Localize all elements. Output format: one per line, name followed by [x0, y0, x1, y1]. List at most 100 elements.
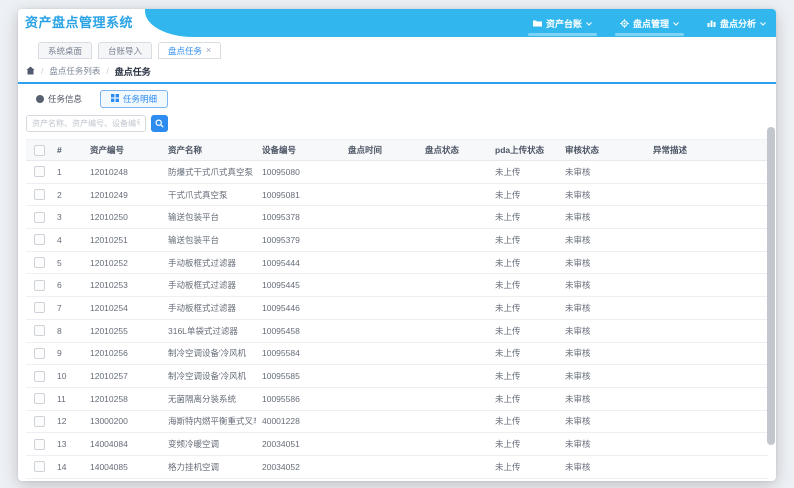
- cell-audit-status: 未审核: [565, 212, 591, 223]
- cell-pda-status: 未上传: [495, 393, 521, 404]
- tab-label: 台账导入: [108, 45, 143, 56]
- breadcrumb-task-list[interactable]: 盘点任务列表: [49, 65, 100, 77]
- main-content: 任务信息 任务明细 #: [18, 84, 776, 481]
- cell-device-number: 10095081: [262, 189, 300, 200]
- table-header-row: # 资产编号 资产名称 设备编号 盘点时间 盘点状态 pda上传状态 审核状态 …: [26, 140, 768, 161]
- chart-icon: [707, 19, 716, 27]
- cell-asset-name: 海斯特内燃平衡重式叉车: [168, 416, 256, 427]
- col-index: #: [57, 145, 62, 155]
- cell-index: 10: [57, 371, 67, 382]
- cell-index: 4: [57, 234, 62, 245]
- tab-inventory-task[interactable]: 盘点任务 ×: [158, 42, 222, 59]
- cell-asset-number: 13000200: [90, 416, 128, 427]
- cell-device-number: 10095378: [262, 212, 300, 223]
- cell-audit-status: 未审核: [565, 280, 591, 291]
- cell-index: 9: [57, 348, 62, 359]
- row-checkbox[interactable]: [34, 370, 45, 382]
- row-checkbox[interactable]: [34, 234, 45, 246]
- cell-pda-status: 未上传: [495, 461, 521, 472]
- home-icon[interactable]: [26, 66, 35, 77]
- table-row: 6 12010253 手动板框式过滤器 10095445 未上传 未审核: [26, 274, 768, 298]
- cell-asset-number: 12010251: [90, 234, 128, 245]
- row-checkbox[interactable]: [34, 461, 45, 473]
- row-checkbox[interactable]: [34, 347, 45, 359]
- col-exception-desc: 异常描述: [653, 145, 688, 155]
- row-checkbox-cell: [26, 211, 51, 223]
- row-checkbox[interactable]: [34, 438, 45, 450]
- cell-asset-name: 防爆式干式爪式真空泵: [168, 166, 254, 177]
- cell-asset-name: 干式爪式真空泵: [168, 189, 228, 200]
- table-row: 13 14004084 变频冷暖空调 20034051 未上传 未审核: [26, 433, 768, 456]
- row-checkbox-cell: [26, 234, 51, 246]
- breadcrumb-separator: /: [106, 66, 109, 76]
- table-row: 2 12010249 干式爪式真空泵 10095081 未上传 未审核: [26, 183, 768, 207]
- cell-pda-status: 未上传: [495, 348, 521, 359]
- cell-pda-status: 未上传: [495, 257, 521, 268]
- header-nav-bar: 资产台账 盘点管理 盘点分析: [145, 9, 776, 37]
- table-row: 14 14004085 格力挂机空调 20034052 未上传 未审核: [26, 455, 768, 479]
- cell-device-number: 10095585: [262, 371, 300, 382]
- search-icon: [155, 116, 164, 131]
- chevron-down-icon: [760, 18, 766, 28]
- row-checkbox[interactable]: [34, 189, 45, 201]
- row-checkbox[interactable]: [34, 166, 45, 178]
- row-checkbox-cell: [26, 438, 51, 450]
- close-icon[interactable]: ×: [206, 46, 211, 55]
- header-checkbox-cell: [26, 144, 51, 156]
- row-checkbox[interactable]: [34, 325, 45, 337]
- tab-task-detail[interactable]: 任务明细: [100, 90, 169, 108]
- cell-device-number: 10095584: [262, 348, 300, 359]
- nav-item-asset-ledger[interactable]: 资产台账: [527, 9, 597, 37]
- vertical-scrollbar[interactable]: [767, 127, 775, 445]
- row-checkbox[interactable]: [34, 211, 45, 223]
- cell-index: 13: [57, 439, 67, 450]
- row-checkbox[interactable]: [34, 279, 45, 291]
- cell-device-number: 10095379: [262, 234, 300, 245]
- cell-index: 5: [57, 257, 62, 268]
- cell-device-number: 10095458: [262, 325, 300, 336]
- cell-asset-number: 14004085: [90, 461, 128, 472]
- tab-ledger-import[interactable]: 台账导入: [98, 42, 153, 59]
- search-bar: [26, 115, 768, 132]
- row-checkbox-cell: [26, 302, 51, 314]
- row-checkbox[interactable]: [34, 415, 45, 427]
- nav-item-label: 资产台账: [545, 18, 582, 29]
- tab-task-info[interactable]: 任务信息: [26, 90, 92, 108]
- cell-index: 14: [57, 461, 67, 472]
- nav-item-inventory-analysis[interactable]: 盘点分析: [707, 9, 766, 37]
- app-title: 资产盘点管理系统: [25, 15, 134, 30]
- cell-index: 6: [57, 280, 62, 291]
- row-checkbox[interactable]: [34, 257, 45, 269]
- tab-label: 任务信息: [48, 94, 83, 104]
- cell-asset-number: 12010256: [90, 348, 128, 359]
- cell-index: 7: [57, 302, 62, 313]
- row-checkbox-cell: [26, 279, 51, 291]
- cell-asset-name: 输送包装平台: [168, 212, 220, 223]
- table-row: 15 14004086 格力挂机空调 20034053 未上传 未审核: [26, 478, 768, 481]
- cell-asset-name: 输送包装平台: [168, 234, 220, 245]
- cell-index: 8: [57, 325, 62, 336]
- cell-asset-number: 12010255: [90, 325, 128, 336]
- tab-system-desktop[interactable]: 系统桌面: [38, 42, 93, 59]
- cell-audit-status: 未审核: [565, 234, 591, 245]
- cell-asset-number: 12010250: [90, 212, 128, 223]
- breadcrumb-separator: /: [41, 66, 44, 76]
- col-check-time: 盘点时间: [348, 145, 383, 155]
- cell-audit-status: 未审核: [565, 416, 591, 427]
- search-button[interactable]: [151, 115, 168, 132]
- search-input[interactable]: [26, 115, 146, 132]
- cell-asset-name: 手动板框式过滤器: [168, 280, 237, 291]
- cell-pda-status: 未上传: [495, 302, 521, 313]
- select-all-checkbox[interactable]: [34, 144, 45, 156]
- table-row: 3 12010250 输送包装平台 10095378 未上传 未审核: [26, 206, 768, 230]
- cell-audit-status: 未审核: [565, 166, 591, 177]
- cell-pda-status: 未上传: [495, 325, 521, 336]
- row-checkbox[interactable]: [34, 302, 45, 314]
- cell-asset-name: 变频冷暖空调: [168, 439, 220, 450]
- cell-pda-status: 未上传: [495, 189, 521, 200]
- row-checkbox[interactable]: [34, 393, 45, 405]
- col-asset-name: 资产名称: [168, 145, 203, 155]
- col-check-status: 盘点状态: [425, 145, 460, 155]
- nav-item-inventory-mgmt[interactable]: 盘点管理: [614, 9, 685, 37]
- table-row: 10 12010257 制冷空调设备'冷风机 10095585 未上传 未审核: [26, 365, 768, 388]
